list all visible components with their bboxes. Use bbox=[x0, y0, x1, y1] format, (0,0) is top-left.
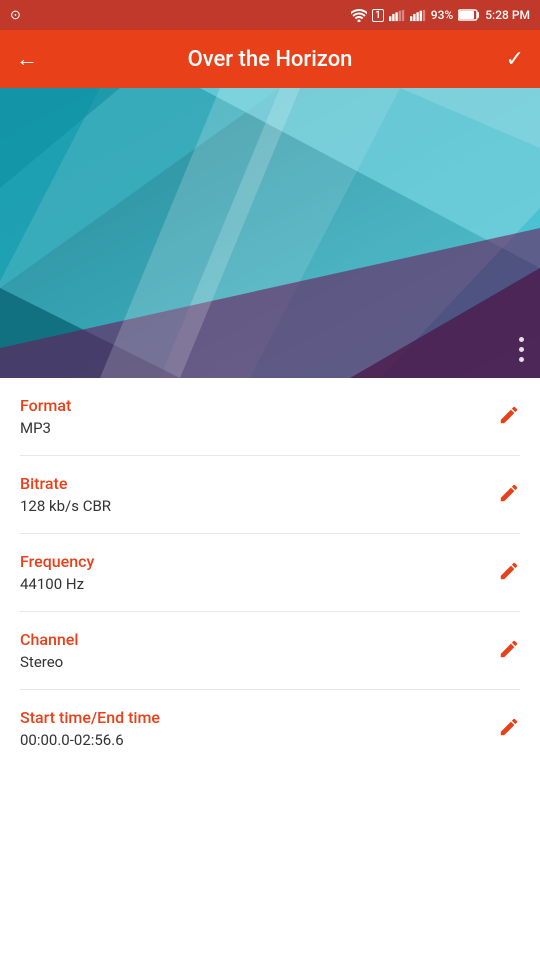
more-options-button[interactable] bbox=[519, 337, 524, 362]
property-item: Format MP3 bbox=[20, 378, 520, 456]
dot2 bbox=[519, 347, 524, 352]
edit-button-frequency[interactable] bbox=[498, 560, 520, 586]
app-status-icon: ⊙ bbox=[10, 8, 21, 23]
property-content: Format MP3 bbox=[20, 396, 71, 437]
property-content: Frequency 44100 Hz bbox=[20, 552, 94, 593]
back-button[interactable]: ← bbox=[16, 46, 38, 72]
wifi-icon bbox=[351, 9, 367, 22]
toolbar: ← Over the Horizon ✓ bbox=[0, 30, 540, 88]
dot3 bbox=[519, 357, 524, 362]
property-label-frequency: Frequency bbox=[20, 552, 94, 571]
page-title: Over the Horizon bbox=[56, 47, 484, 72]
property-label-format: Format bbox=[20, 396, 71, 415]
property-content: Channel Stereo bbox=[20, 630, 78, 671]
status-time: 5:28 PM bbox=[485, 8, 530, 22]
edit-button-bitrate[interactable] bbox=[498, 482, 520, 508]
property-item: Start time/End time 00:00.0-02:56.6 bbox=[20, 690, 520, 767]
edit-button-channel[interactable] bbox=[498, 638, 520, 664]
battery-icon bbox=[458, 9, 480, 21]
signal-icon bbox=[389, 9, 405, 22]
property-item: Frequency 44100 Hz bbox=[20, 534, 520, 612]
confirm-button[interactable]: ✓ bbox=[506, 47, 524, 72]
property-content: Bitrate 128 kb/s CBR bbox=[20, 474, 111, 515]
battery-percent: 93% bbox=[431, 8, 453, 22]
status-icons: 1 93% 5:28 PM bbox=[351, 8, 530, 22]
status-bar: ⊙ 1 93% 5:28 P bbox=[0, 0, 540, 30]
property-label-bitrate: Bitrate bbox=[20, 474, 111, 493]
dot1 bbox=[519, 337, 524, 342]
property-value-start-time/end-time: 00:00.0-02:56.6 bbox=[20, 731, 160, 749]
property-value-channel: Stereo bbox=[20, 653, 78, 671]
property-value-frequency: 44100 Hz bbox=[20, 575, 94, 593]
properties-list: Format MP3 Bitrate 128 kb/s CBR Frequency 4… bbox=[0, 378, 540, 767]
edit-button-format[interactable] bbox=[498, 404, 520, 430]
property-label-channel: Channel bbox=[20, 630, 78, 649]
edit-button-start-time/end-time[interactable] bbox=[498, 716, 520, 742]
sim1-icon: 1 bbox=[372, 9, 384, 22]
signal2-icon bbox=[410, 9, 426, 22]
property-item: Bitrate 128 kb/s CBR bbox=[20, 456, 520, 534]
album-art bbox=[0, 88, 540, 378]
property-label-start-time/end-time: Start time/End time bbox=[20, 708, 160, 727]
property-item: Channel Stereo bbox=[20, 612, 520, 690]
property-value-format: MP3 bbox=[20, 419, 71, 437]
property-value-bitrate: 128 kb/s CBR bbox=[20, 497, 111, 515]
property-content: Start time/End time 00:00.0-02:56.6 bbox=[20, 708, 160, 749]
